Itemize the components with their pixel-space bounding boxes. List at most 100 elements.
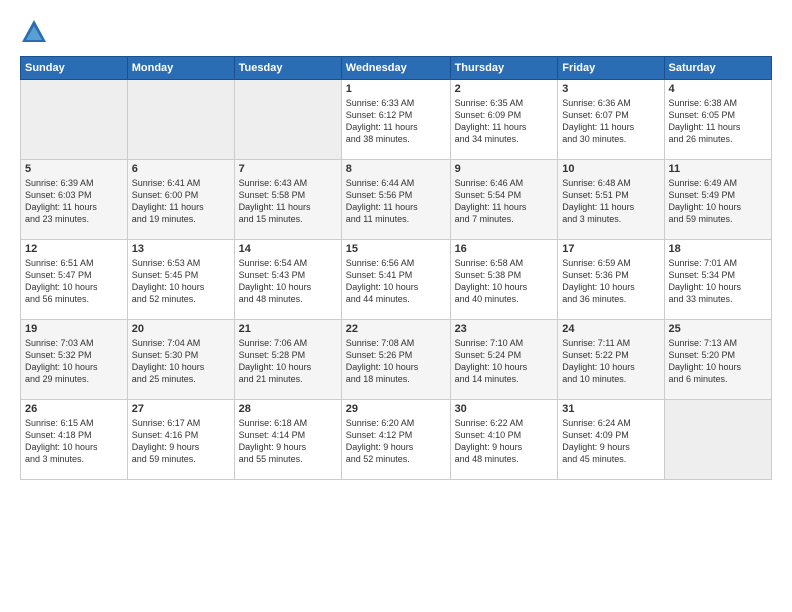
- calendar-cell: 12 Sunrise: 6:51 AM Sunset: 5:47 PM Dayli…: [21, 240, 128, 320]
- calendar-cell: [664, 400, 771, 480]
- day-number: 1: [346, 83, 446, 95]
- day-number: 8: [346, 163, 446, 175]
- calendar-cell: 7 Sunrise: 6:43 AM Sunset: 5:58 PM Daylig…: [234, 160, 341, 240]
- day-info: Sunrise: 7:04 AM Sunset: 5:30 PM Dayligh…: [132, 337, 230, 386]
- calendar-cell: 19 Sunrise: 7:03 AM Sunset: 5:32 PM Dayli…: [21, 320, 128, 400]
- day-info: Sunrise: 6:22 AM Sunset: 4:10 PM Dayligh…: [455, 417, 554, 466]
- day-number: 19: [25, 323, 123, 335]
- day-info: Sunrise: 6:48 AM Sunset: 5:51 PM Dayligh…: [562, 177, 659, 226]
- day-info: Sunrise: 6:20 AM Sunset: 4:12 PM Dayligh…: [346, 417, 446, 466]
- day-number: 29: [346, 403, 446, 415]
- calendar-week-2: 12 Sunrise: 6:51 AM Sunset: 5:47 PM Dayli…: [21, 240, 772, 320]
- day-info: Sunrise: 6:39 AM Sunset: 6:03 PM Dayligh…: [25, 177, 123, 226]
- calendar-cell: 11 Sunrise: 6:49 AM Sunset: 5:49 PM Dayli…: [664, 160, 771, 240]
- day-number: 11: [669, 163, 767, 175]
- day-number: 21: [239, 323, 337, 335]
- calendar-cell: 28 Sunrise: 6:18 AM Sunset: 4:14 PM Dayli…: [234, 400, 341, 480]
- day-number: 31: [562, 403, 659, 415]
- calendar-cell: 25 Sunrise: 7:13 AM Sunset: 5:20 PM Dayli…: [664, 320, 771, 400]
- calendar-cell: 20 Sunrise: 7:04 AM Sunset: 5:30 PM Dayli…: [127, 320, 234, 400]
- day-info: Sunrise: 7:06 AM Sunset: 5:28 PM Dayligh…: [239, 337, 337, 386]
- calendar-cell: 6 Sunrise: 6:41 AM Sunset: 6:00 PM Daylig…: [127, 160, 234, 240]
- day-number: 24: [562, 323, 659, 335]
- calendar-cell: 5 Sunrise: 6:39 AM Sunset: 6:03 PM Daylig…: [21, 160, 128, 240]
- calendar-cell: 17 Sunrise: 6:59 AM Sunset: 5:36 PM Dayli…: [558, 240, 664, 320]
- calendar-cell: 10 Sunrise: 6:48 AM Sunset: 5:51 PM Dayli…: [558, 160, 664, 240]
- day-info: Sunrise: 6:59 AM Sunset: 5:36 PM Dayligh…: [562, 257, 659, 306]
- header-row: SundayMondayTuesdayWednesdayThursdayFrid…: [21, 57, 772, 80]
- day-info: Sunrise: 6:43 AM Sunset: 5:58 PM Dayligh…: [239, 177, 337, 226]
- day-number: 7: [239, 163, 337, 175]
- day-number: 4: [669, 83, 767, 95]
- calendar-week-0: 1 Sunrise: 6:33 AM Sunset: 6:12 PM Daylig…: [21, 80, 772, 160]
- day-number: 16: [455, 243, 554, 255]
- day-info: Sunrise: 6:46 AM Sunset: 5:54 PM Dayligh…: [455, 177, 554, 226]
- logo: [20, 18, 52, 46]
- day-info: Sunrise: 6:18 AM Sunset: 4:14 PM Dayligh…: [239, 417, 337, 466]
- day-number: 14: [239, 243, 337, 255]
- header-day-tuesday: Tuesday: [234, 57, 341, 80]
- calendar-cell: 29 Sunrise: 6:20 AM Sunset: 4:12 PM Dayli…: [341, 400, 450, 480]
- day-info: Sunrise: 6:53 AM Sunset: 5:45 PM Dayligh…: [132, 257, 230, 306]
- day-info: Sunrise: 6:49 AM Sunset: 5:49 PM Dayligh…: [669, 177, 767, 226]
- day-number: 12: [25, 243, 123, 255]
- day-number: 6: [132, 163, 230, 175]
- calendar-cell: [21, 80, 128, 160]
- calendar-cell: [127, 80, 234, 160]
- day-info: Sunrise: 7:10 AM Sunset: 5:24 PM Dayligh…: [455, 337, 554, 386]
- calendar-cell: [234, 80, 341, 160]
- calendar-table: SundayMondayTuesdayWednesdayThursdayFrid…: [20, 56, 772, 480]
- day-info: Sunrise: 6:54 AM Sunset: 5:43 PM Dayligh…: [239, 257, 337, 306]
- calendar-cell: 2Sunrise: 6:35 AM Sunset: 6:09 PM Daylig…: [450, 80, 558, 160]
- calendar-cell: 21 Sunrise: 7:06 AM Sunset: 5:28 PM Dayli…: [234, 320, 341, 400]
- header-day-wednesday: Wednesday: [341, 57, 450, 80]
- day-number: 13: [132, 243, 230, 255]
- header-day-saturday: Saturday: [664, 57, 771, 80]
- logo-icon: [20, 18, 48, 46]
- calendar-cell: 16 Sunrise: 6:58 AM Sunset: 5:38 PM Dayli…: [450, 240, 558, 320]
- day-number: 15: [346, 243, 446, 255]
- day-info: Sunrise: 7:03 AM Sunset: 5:32 PM Dayligh…: [25, 337, 123, 386]
- day-number: 28: [239, 403, 337, 415]
- calendar-cell: 26Sunrise: 6:15 AM Sunset: 4:18 PM Dayli…: [21, 400, 128, 480]
- calendar-cell: 23Sunrise: 7:10 AM Sunset: 5:24 PM Dayli…: [450, 320, 558, 400]
- day-number: 3: [562, 83, 659, 95]
- day-number: 10: [562, 163, 659, 175]
- day-number: 26: [25, 403, 123, 415]
- header-day-friday: Friday: [558, 57, 664, 80]
- day-info: Sunrise: 7:01 AM Sunset: 5:34 PM Dayligh…: [669, 257, 767, 306]
- calendar-cell: 4Sunrise: 6:38 AM Sunset: 6:05 PM Daylig…: [664, 80, 771, 160]
- calendar-week-4: 26Sunrise: 6:15 AM Sunset: 4:18 PM Dayli…: [21, 400, 772, 480]
- day-info: Sunrise: 6:41 AM Sunset: 6:00 PM Dayligh…: [132, 177, 230, 226]
- day-number: 18: [669, 243, 767, 255]
- calendar-cell: 3 Sunrise: 6:36 AM Sunset: 6:07 PM Daylig…: [558, 80, 664, 160]
- page: SundayMondayTuesdayWednesdayThursdayFrid…: [0, 0, 792, 612]
- day-number: 20: [132, 323, 230, 335]
- day-number: 25: [669, 323, 767, 335]
- day-number: 2: [455, 83, 554, 95]
- calendar-cell: 22Sunrise: 7:08 AM Sunset: 5:26 PM Dayli…: [341, 320, 450, 400]
- day-info: Sunrise: 7:13 AM Sunset: 5:20 PM Dayligh…: [669, 337, 767, 386]
- day-number: 5: [25, 163, 123, 175]
- day-info: Sunrise: 7:08 AM Sunset: 5:26 PM Dayligh…: [346, 337, 446, 386]
- calendar-cell: 15Sunrise: 6:56 AM Sunset: 5:41 PM Dayli…: [341, 240, 450, 320]
- calendar-week-1: 5 Sunrise: 6:39 AM Sunset: 6:03 PM Daylig…: [21, 160, 772, 240]
- day-info: Sunrise: 6:58 AM Sunset: 5:38 PM Dayligh…: [455, 257, 554, 306]
- day-info: Sunrise: 6:51 AM Sunset: 5:47 PM Dayligh…: [25, 257, 123, 306]
- day-info: Sunrise: 6:33 AM Sunset: 6:12 PM Dayligh…: [346, 97, 446, 146]
- day-info: Sunrise: 6:17 AM Sunset: 4:16 PM Dayligh…: [132, 417, 230, 466]
- day-info: Sunrise: 6:24 AM Sunset: 4:09 PM Dayligh…: [562, 417, 659, 466]
- day-info: Sunrise: 6:36 AM Sunset: 6:07 PM Dayligh…: [562, 97, 659, 146]
- calendar-cell: 14 Sunrise: 6:54 AM Sunset: 5:43 PM Dayli…: [234, 240, 341, 320]
- calendar-cell: 27Sunrise: 6:17 AM Sunset: 4:16 PM Dayli…: [127, 400, 234, 480]
- calendar-cell: 30 Sunrise: 6:22 AM Sunset: 4:10 PM Dayli…: [450, 400, 558, 480]
- header-day-thursday: Thursday: [450, 57, 558, 80]
- day-number: 17: [562, 243, 659, 255]
- calendar-cell: 24Sunrise: 7:11 AM Sunset: 5:22 PM Dayli…: [558, 320, 664, 400]
- day-number: 30: [455, 403, 554, 415]
- calendar-cell: 8Sunrise: 6:44 AM Sunset: 5:56 PM Daylig…: [341, 160, 450, 240]
- calendar-cell: 31 Sunrise: 6:24 AM Sunset: 4:09 PM Dayli…: [558, 400, 664, 480]
- calendar-cell: 13 Sunrise: 6:53 AM Sunset: 5:45 PM Dayli…: [127, 240, 234, 320]
- calendar-cell: 9Sunrise: 6:46 AM Sunset: 5:54 PM Daylig…: [450, 160, 558, 240]
- header: [20, 18, 772, 46]
